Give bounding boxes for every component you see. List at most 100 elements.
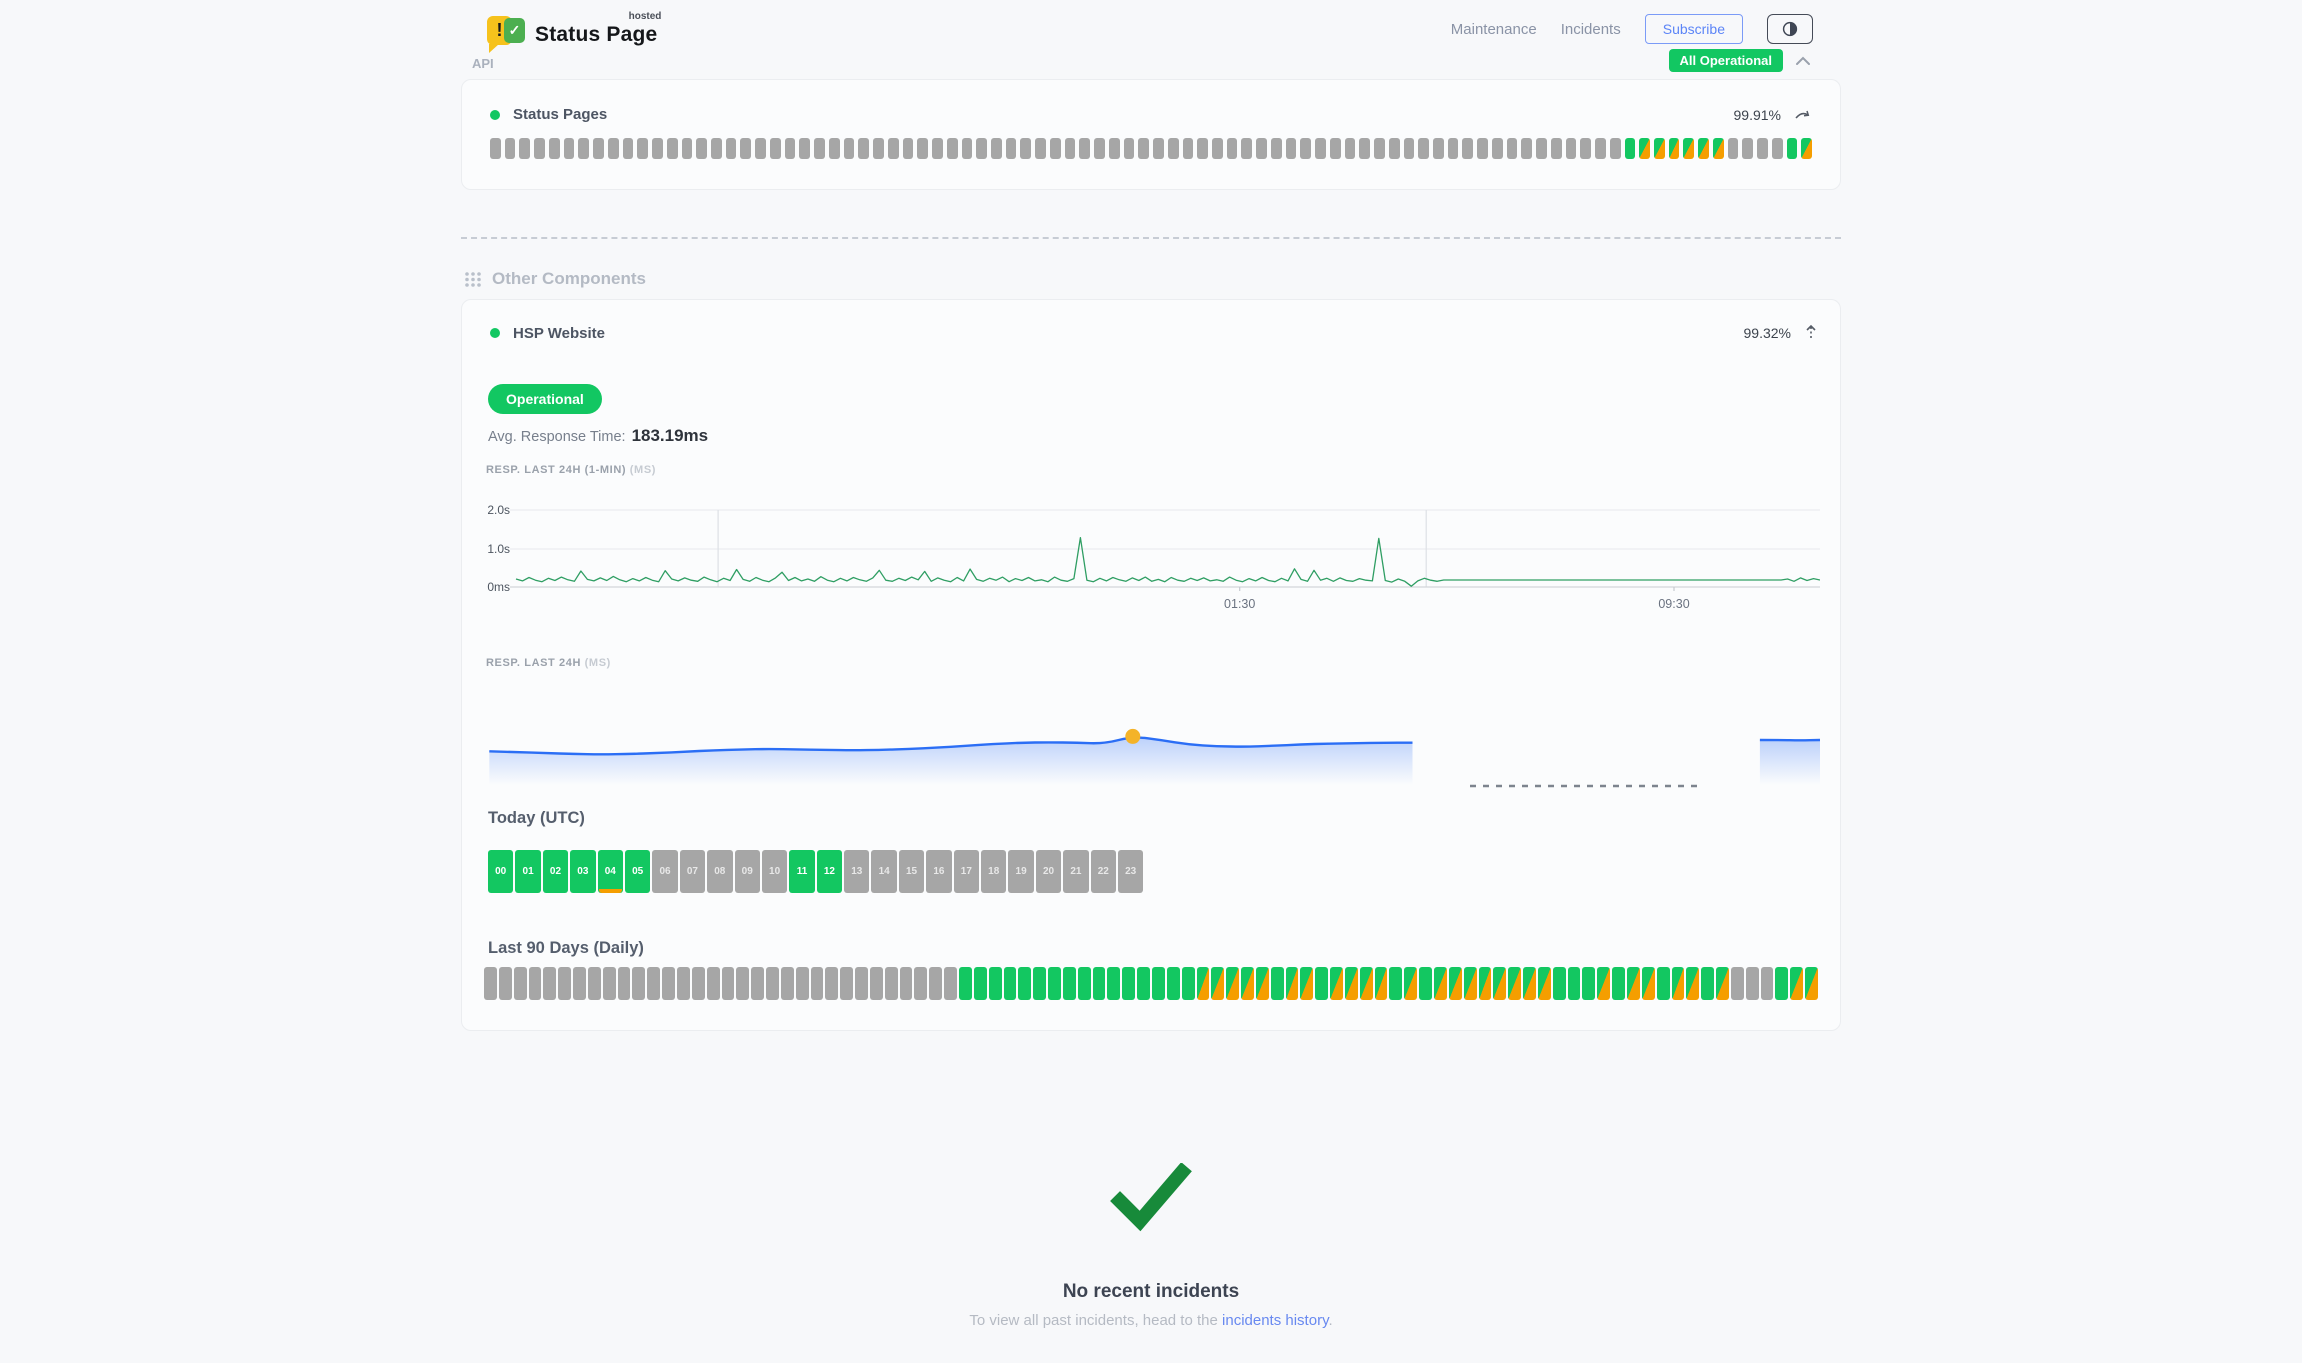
day-bar[interactable] <box>1449 967 1462 1000</box>
day-bar[interactable] <box>1211 967 1224 1000</box>
uptime-bar[interactable] <box>1683 138 1694 159</box>
day-bar[interactable] <box>1597 967 1610 1000</box>
uptime-bar[interactable] <box>829 138 840 159</box>
day-bar[interactable] <box>1197 967 1210 1000</box>
hour-block[interactable]: 02 <box>543 850 568 893</box>
day-bar[interactable] <box>1582 967 1595 1000</box>
uptime-bar[interactable] <box>1006 138 1017 159</box>
uptime-bar[interactable] <box>1227 138 1238 159</box>
day-bar[interactable] <box>1508 967 1521 1000</box>
uptime-bar[interactable] <box>1462 138 1473 159</box>
uptime-bar[interactable] <box>858 138 869 159</box>
arrow-up-icon[interactable] <box>1804 324 1818 342</box>
day-bar[interactable] <box>543 967 556 1000</box>
uptime-bar[interactable] <box>1035 138 1046 159</box>
uptime-bar[interactable] <box>1728 138 1739 159</box>
uptime-bar[interactable] <box>903 138 914 159</box>
uptime-bar[interactable] <box>932 138 943 159</box>
response-time-area-chart[interactable] <box>484 677 1820 797</box>
day-bar[interactable] <box>1048 967 1061 1000</box>
hour-block[interactable]: 05 <box>625 850 650 893</box>
day-bar[interactable] <box>1746 967 1759 1000</box>
day-bar[interactable] <box>840 967 853 1000</box>
hour-block[interactable]: 19 <box>1008 850 1033 893</box>
day-bar[interactable] <box>1182 967 1195 1000</box>
uptime-bar[interactable] <box>1625 138 1636 159</box>
day-bar[interactable] <box>796 967 809 1000</box>
day-bar[interactable] <box>1790 967 1803 1000</box>
uptime-bar[interactable] <box>578 138 589 159</box>
hour-block[interactable]: 12 <box>817 850 842 893</box>
day-bar[interactable] <box>1627 967 1640 1000</box>
uptime-bar[interactable] <box>1345 138 1356 159</box>
uptime-bar[interactable] <box>519 138 530 159</box>
day-bar[interactable] <box>1434 967 1447 1000</box>
uptime-bar[interactable] <box>1315 138 1326 159</box>
refresh-icon[interactable] <box>1794 107 1812 123</box>
uptime-bar[interactable] <box>1742 138 1753 159</box>
day-bar[interactable] <box>811 967 824 1000</box>
uptime-bar[interactable] <box>1536 138 1547 159</box>
hour-block[interactable]: 06 <box>652 850 677 893</box>
component-name[interactable]: Status Pages <box>513 106 607 123</box>
uptime-bar[interactable] <box>962 138 973 159</box>
day-bar[interactable] <box>499 967 512 1000</box>
uptime-bar[interactable] <box>637 138 648 159</box>
hour-block[interactable]: 16 <box>926 850 951 893</box>
uptime-bar[interactable] <box>549 138 560 159</box>
day-bar[interactable] <box>900 967 913 1000</box>
uptime-bar[interactable] <box>696 138 707 159</box>
day-bar[interactable] <box>707 967 720 1000</box>
uptime-bar[interactable] <box>799 138 810 159</box>
uptime-bar[interactable] <box>740 138 751 159</box>
day-bar[interactable] <box>1553 967 1566 1000</box>
uptime-bar[interactable] <box>623 138 634 159</box>
day-bar[interactable] <box>1241 967 1254 1000</box>
uptime-bar[interactable] <box>1271 138 1282 159</box>
day-bar[interactable] <box>1093 967 1106 1000</box>
uptime-bar[interactable] <box>1448 138 1459 159</box>
day-bar[interactable] <box>1375 967 1388 1000</box>
day-bar[interactable] <box>1286 967 1299 1000</box>
day-bar[interactable] <box>662 967 675 1000</box>
uptime-bar[interactable] <box>1492 138 1503 159</box>
uptime-bar[interactable] <box>1595 138 1606 159</box>
uptime-bar[interactable] <box>1138 138 1149 159</box>
day-bar[interactable] <box>1152 967 1165 1000</box>
uptime-bar[interactable] <box>1654 138 1665 159</box>
uptime-bar[interactable] <box>726 138 737 159</box>
uptime-bar[interactable] <box>1433 138 1444 159</box>
uptime-bar[interactable] <box>1801 138 1812 159</box>
hour-block[interactable]: 10 <box>762 850 787 893</box>
day-bar[interactable] <box>944 967 957 1000</box>
uptime-bar[interactable] <box>1330 138 1341 159</box>
uptime-bar[interactable] <box>608 138 619 159</box>
uptime-bar[interactable] <box>490 138 501 159</box>
uptime-bar[interactable] <box>755 138 766 159</box>
uptime-bar[interactable] <box>1639 138 1650 159</box>
uptime-bar[interactable] <box>991 138 1002 159</box>
day-bar[interactable] <box>618 967 631 1000</box>
hour-block[interactable]: 04 <box>598 850 623 893</box>
day-bar[interactable] <box>825 967 838 1000</box>
day-bar[interactable] <box>632 967 645 1000</box>
uptime-bar[interactable] <box>593 138 604 159</box>
day-bar[interactable] <box>1612 967 1625 1000</box>
day-bar[interactable] <box>1701 967 1714 1000</box>
uptime-bar[interactable] <box>534 138 545 159</box>
uptime-bar[interactable] <box>785 138 796 159</box>
uptime-bar[interactable] <box>564 138 575 159</box>
chevron-up-icon[interactable] <box>1793 54 1813 68</box>
day-bar[interactable] <box>484 967 497 1000</box>
day-bar[interactable] <box>1642 967 1655 1000</box>
day-bar[interactable] <box>692 967 705 1000</box>
day-bar[interactable] <box>1493 967 1506 1000</box>
day-bar[interactable] <box>1107 967 1120 1000</box>
uptime-bar[interactable] <box>1359 138 1370 159</box>
day-bar[interactable] <box>1805 967 1818 1000</box>
uptime-bar[interactable] <box>1698 138 1709 159</box>
day-bar[interactable] <box>588 967 601 1000</box>
day-bar[interactable] <box>677 967 690 1000</box>
hour-block[interactable]: 03 <box>570 850 595 893</box>
day-bar[interactable] <box>1538 967 1551 1000</box>
